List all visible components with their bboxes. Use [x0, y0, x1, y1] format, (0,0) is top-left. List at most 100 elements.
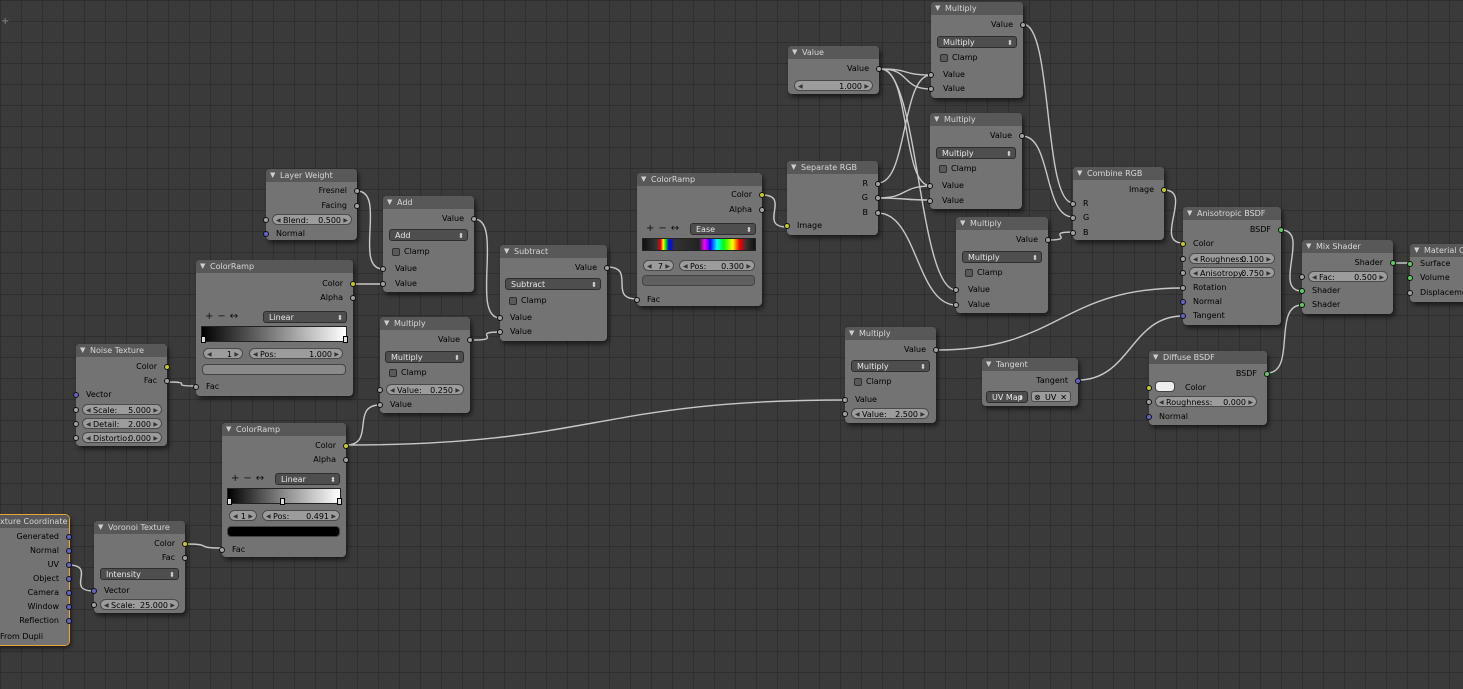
input-socket-value-2[interactable]	[380, 281, 386, 287]
interpolation-dropdown[interactable]: Ease ⬍	[690, 223, 756, 235]
output-socket-fac[interactable]	[164, 378, 170, 384]
increment-arrow-icon[interactable]: ▶	[1266, 254, 1271, 265]
fac-field[interactable]: ◀ Fac: 0.500 ▶	[1308, 271, 1388, 282]
node-tangent[interactable]: ▼ Tangent Tangent UV Map ⬍ ⊗ UV ✕	[982, 358, 1081, 406]
input-socket-value-2[interactable]	[377, 402, 383, 408]
scale-field[interactable]: ◀ Scale: 25.000 ▶	[100, 599, 179, 610]
input-socket-scale[interactable]	[73, 407, 79, 413]
clamp-checkbox[interactable]	[854, 378, 862, 386]
input-socket-value-1[interactable]	[497, 315, 503, 321]
increment-arrow-icon[interactable]: ▶	[455, 385, 460, 396]
decrement-arrow-icon[interactable]: ◀	[233, 511, 238, 522]
node-header[interactable]: ▼ ColorRamp	[222, 423, 346, 436]
stop-color-swatch[interactable]	[202, 364, 346, 375]
node-header[interactable]: ▼ Subtract	[500, 245, 607, 258]
input-socket-value-2[interactable]	[497, 329, 503, 335]
add-stop-icon[interactable]: +	[646, 223, 658, 234]
node-header[interactable]: ▼ Multiply	[930, 113, 1022, 126]
operation-dropdown[interactable]: Add ⬍	[389, 229, 468, 241]
node-header[interactable]: ▼ Separate RGB	[787, 161, 878, 174]
node-header[interactable]: ▼ ColorRamp	[196, 260, 353, 273]
operation-dropdown[interactable]: Subtract ⬍	[505, 278, 601, 290]
decrement-arrow-icon[interactable]: ◀	[798, 81, 803, 92]
increment-arrow-icon[interactable]: ▶	[248, 511, 253, 522]
output-socket-r[interactable]	[875, 181, 881, 187]
node-texture-coordinate[interactable]: xture Coordinate Generated Normal UV Obj…	[0, 514, 72, 646]
node-header[interactable]: ▼ Add	[383, 196, 474, 209]
output-socket-color[interactable]	[164, 364, 170, 370]
input-socket-image[interactable]	[784, 223, 790, 229]
input-socket-surface[interactable]	[1407, 261, 1413, 267]
input-socket-fac[interactable]	[193, 384, 199, 390]
add-stop-icon[interactable]: +	[231, 473, 243, 484]
collapse-arrow-icon[interactable]: ▼	[935, 2, 940, 15]
node-header[interactable]: ▼ Diffuse BSDF	[1149, 351, 1267, 364]
collapse-arrow-icon[interactable]: ▼	[1306, 240, 1311, 253]
flip-ramp-icon[interactable]: ↔	[230, 311, 242, 322]
node-header[interactable]: ▼ Multiply	[380, 317, 470, 330]
decrement-arrow-icon[interactable]: ◀	[647, 261, 652, 272]
node-layer-weight[interactable]: ▼ Layer Weight Fresnel Facing ◀ Blend: 0.50…	[263, 169, 360, 240]
clamp-checkbox[interactable]	[965, 269, 973, 277]
ramp-stop-handle[interactable]	[343, 336, 348, 343]
decrement-arrow-icon[interactable]: ◀	[86, 433, 91, 444]
scale-field[interactable]: ◀ Scale: 5.000 ▶	[82, 404, 162, 415]
decrement-arrow-icon[interactable]: ◀	[1312, 272, 1317, 283]
operation-dropdown[interactable]: Multiply ⬍	[851, 360, 930, 372]
input-socket-value-2[interactable]	[927, 198, 933, 204]
output-socket-shader[interactable]	[1390, 260, 1396, 266]
node-combine-rgb[interactable]: ▼ Combine RGB Image R G B	[1070, 167, 1167, 240]
remove-stop-icon[interactable]: −	[217, 311, 229, 322]
node-noise-texture[interactable]: ▼ Noise Texture Color Fac Vector ◀ Scale: 5…	[73, 344, 170, 446]
collapse-arrow-icon[interactable]: ▼	[1187, 207, 1192, 220]
output-socket-color[interactable]	[350, 281, 356, 287]
decrement-arrow-icon[interactable]: ◀	[86, 405, 91, 416]
stop-index-field[interactable]: ◀ 1 ▶	[203, 348, 243, 359]
output-socket-bsdf[interactable]	[1278, 227, 1284, 233]
node-colorramp-low[interactable]: ▼ ColorRamp Color Alpha +−↔ Linear ⬍ ◀ 1 ▶ ◀…	[219, 423, 349, 557]
node-mix-shader[interactable]: ▼ Mix Shader Shader ◀ Fac: 0.500 ▶ Shader Sh…	[1299, 240, 1396, 314]
output-socket-value[interactable]	[471, 216, 477, 222]
clamp-checkbox[interactable]	[940, 54, 948, 62]
output-socket-image[interactable]	[1161, 187, 1167, 193]
ramp-stop-handle[interactable]	[280, 498, 285, 505]
input-socket-displacement[interactable]	[1407, 290, 1413, 296]
input-socket-rotation[interactable]	[1180, 285, 1186, 291]
output-socket-value[interactable]	[467, 337, 473, 343]
decrement-arrow-icon[interactable]: ◀	[266, 511, 271, 522]
collapse-arrow-icon[interactable]: ▼	[641, 173, 646, 186]
input-socket-normal[interactable]	[263, 231, 269, 237]
clear-icon[interactable]: ✕	[1060, 392, 1067, 403]
output-socket-g[interactable]	[875, 195, 881, 201]
input-socket-shader-1[interactable]	[1299, 288, 1305, 294]
increment-arrow-icon[interactable]: ▶	[920, 409, 925, 420]
increment-arrow-icon[interactable]: ▶	[1248, 397, 1253, 408]
stop-position-field[interactable]: ◀ Pos: 0.491 ▶	[262, 510, 340, 521]
collapse-arrow-icon[interactable]: ▼	[792, 46, 797, 59]
increment-arrow-icon[interactable]: ▶	[864, 81, 869, 92]
value-field[interactable]: ◀ Value: 0.250 ▶	[386, 384, 464, 395]
stop-color-swatch[interactable]	[227, 526, 340, 537]
decrement-arrow-icon[interactable]: ◀	[253, 349, 258, 360]
decrement-arrow-icon[interactable]: ◀	[683, 261, 688, 272]
value-field[interactable]: ◀ Value: 2.500 ▶	[851, 408, 929, 419]
operation-dropdown[interactable]: Multiply ⬍	[937, 36, 1017, 48]
increment-arrow-icon[interactable]: ▶	[334, 349, 339, 360]
input-socket-value-2[interactable]	[928, 86, 934, 92]
decrement-arrow-icon[interactable]: ◀	[86, 419, 91, 430]
clamp-checkbox[interactable]	[509, 297, 517, 305]
node-header[interactable]: ▼ Mix Shader	[1302, 240, 1393, 253]
node-header[interactable]: ▼ Anisotropic BSDF	[1183, 207, 1281, 220]
collapse-arrow-icon[interactable]: ▼	[504, 245, 509, 258]
input-socket-fac[interactable]	[1299, 274, 1305, 280]
node-multiply-4[interactable]: ▼ Multiply Value Multiply ⬍ Clamp ◀ Value: 0…	[377, 317, 473, 413]
anisotropy-field[interactable]: ◀ Anisotropy: 0.750 ▶	[1189, 267, 1275, 278]
output-socket-fresnel[interactable]	[354, 188, 360, 194]
node-add[interactable]: ▼ Add Value Add ⬍ Clamp Value Value	[380, 196, 477, 292]
node-header[interactable]: ▼ Value	[788, 46, 879, 59]
node-header[interactable]: ▼ Noise Texture	[76, 344, 167, 357]
output-socket-bsdf[interactable]	[1264, 371, 1270, 377]
remove-stop-icon[interactable]: −	[658, 223, 670, 234]
input-socket-r[interactable]	[1070, 201, 1076, 207]
output-socket-normal[interactable]	[66, 548, 72, 554]
